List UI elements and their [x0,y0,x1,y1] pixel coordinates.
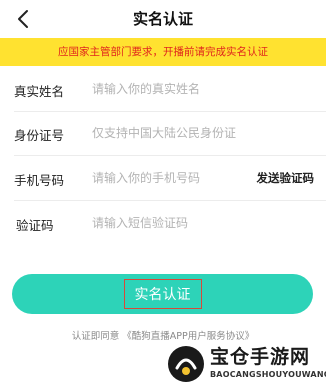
id-number-row: 身份证号 [0,112,326,156]
code-label: 验证码 [16,218,54,233]
code-input[interactable] [92,213,312,233]
notice-banner: 应国家主管部门要求，开播前请完成实名认证 [0,38,326,66]
phone-input[interactable] [92,168,242,188]
id-number-label: 身份证号 [14,128,65,143]
watermark-domain: BAOCANGSHOUYOUWANG [210,370,326,379]
code-row: 验证码 [0,202,326,246]
verify-button[interactable]: 实名认证 [12,274,313,314]
watermark-logo-icon [168,346,204,382]
divider [14,155,326,156]
verify-button-label: 实名认证 [123,279,202,309]
watermark-name: 宝仓手游网 [210,346,311,368]
send-code-button[interactable]: 发送验证码 [257,170,315,186]
name-row: 真实姓名 [0,68,326,112]
phone-label: 手机号码 [14,173,65,188]
page-title: 实名认证 [132,10,193,28]
phone-row: 手机号码 发送验证码 [0,157,326,201]
divider [14,200,326,201]
site-watermark: 宝仓手游网 BAOCANGSHOUYOUWANG [166,340,326,388]
name-input[interactable] [92,79,312,99]
name-label: 真实姓名 [14,84,65,99]
nav-bar: 实名认证 [0,0,326,38]
id-number-input[interactable] [92,123,312,143]
agreement-prefix: 认证即同意 [71,331,120,342]
